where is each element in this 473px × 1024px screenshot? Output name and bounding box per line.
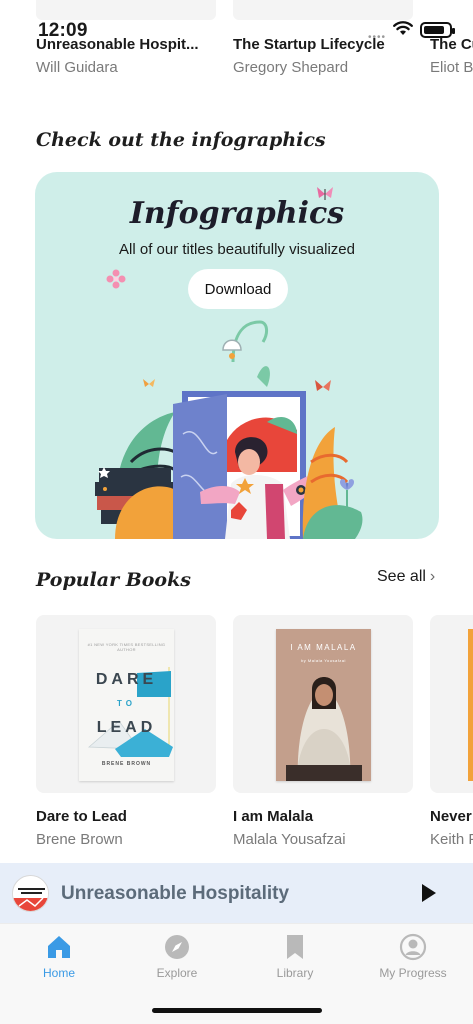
book-meta: I am Malala Malala Yousafzai [233,808,423,848]
infographics-card-subtitle: All of our titles beautifully visualized [119,241,355,258]
compass-icon [165,935,189,959]
book-meta: Never Keith F [430,808,473,848]
book-author: Eliot Br [430,59,473,76]
wifi-icon [393,21,413,35]
status-dots: •••• [368,32,387,43]
book-card[interactable]: #1 NEW YORK TIMES BESTSELLING AUTHOR DAR… [36,615,216,793]
book-author: Gregory Shepard [233,59,349,76]
tab-label: Home [42,966,75,980]
infographics-card[interactable]: Infographics All of our titles beautiful… [35,172,439,539]
cover-word: DARE [95,671,158,688]
book-author: Will Guidara [36,59,118,76]
book-author: Malala Yousafzai [233,831,346,848]
tab-my-progress[interactable]: My Progress [354,933,472,980]
see-all-link[interactable]: See all › [377,568,435,586]
book-author: Keith F [430,831,473,848]
play-icon[interactable] [420,883,438,903]
book-title[interactable]: Dare to Lead [36,808,226,825]
book-meta: Unreasonable Hospit... Will Guidara [36,36,226,76]
home-icon [48,936,70,958]
tab-library[interactable]: Library [236,933,354,980]
book-cover: I AM MALALA by Malala Yousafzai [276,629,371,781]
cover-author: BRENE BROWN [101,761,152,767]
infographics-card-title: Infographics [129,196,345,231]
book-title[interactable]: Never [430,808,473,825]
tab-label: Explore [156,966,198,980]
book-title[interactable]: The Startup Lifecycle [233,36,423,53]
book-cover: #1 NEW YORK TIMES BESTSELLING AUTHOR DAR… [79,629,174,781]
bookmark-icon [287,935,303,959]
cover-word: LEAD [96,719,157,736]
book-meta: Dare to Lead Brene Brown [36,808,226,848]
book-card[interactable] [430,615,473,793]
infographics-heading: Check out the infographics [36,129,326,151]
tab-home[interactable]: Home [0,933,118,980]
book-title[interactable]: I am Malala [233,808,423,825]
tab-label: Library [276,966,314,980]
book-card[interactable]: I AM MALALA by Malala Yousafzai [233,615,413,793]
battery-icon [420,22,455,38]
download-button[interactable]: Download [188,269,288,309]
cover-word: TO [117,699,136,708]
profile-icon [399,933,427,961]
portrait-illustration [286,677,362,781]
mini-player-cover [12,875,49,912]
chevron-right-icon: › [429,568,436,585]
book-meta: The Cu Eliot Br [430,36,473,76]
popular-books-carousel: #1 NEW YORK TIMES BESTSELLING AUTHOR DAR… [36,615,473,855]
status-bar: 12:09 •••• [0,0,473,43]
book-author: Brene Brown [36,831,123,848]
see-all-label: See all [377,568,426,585]
tab-explore[interactable]: Explore [118,933,236,980]
status-time: 12:09 [38,20,88,41]
tab-label: My Progress [379,966,447,980]
popular-books-heading: Popular Books [36,569,191,591]
home-indicator [152,1008,322,1013]
mini-player[interactable]: Unreasonable Hospitality [0,863,473,923]
book-cover [468,629,473,781]
mini-player-title: Unreasonable Hospitality [61,883,290,904]
book-title[interactable]: The Cu [430,36,473,53]
book-meta: The Startup Lifecycle Gregory Shepard [233,36,423,76]
book-cover-thumbnail [13,876,48,911]
